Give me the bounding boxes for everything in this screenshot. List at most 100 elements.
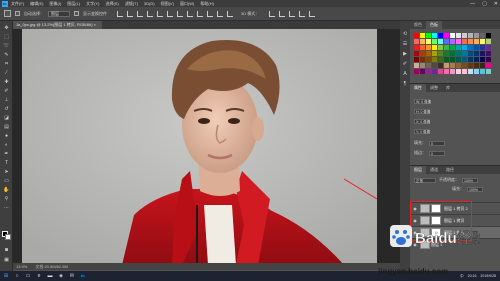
gradient-tool-icon[interactable]: ▤	[3, 124, 10, 130]
search-icon[interactable]: ○	[14, 273, 20, 279]
menu-help[interactable]: 帮助(H)	[200, 1, 214, 7]
move-tool-icon[interactable]	[4, 10, 11, 17]
crop-tool-icon[interactable]: ⌗	[3, 61, 10, 67]
rectangle-tool-icon[interactable]: ▭	[3, 178, 10, 184]
clock-time[interactable]: 20:16	[468, 274, 477, 278]
3d-roll-icon[interactable]	[279, 10, 286, 17]
tab-swatches[interactable]: 色板	[426, 21, 442, 29]
3d-slide-icon[interactable]	[299, 10, 306, 17]
distribute-vcenter-icon[interactable]	[187, 10, 193, 17]
align-bottom-icon[interactable]	[137, 10, 143, 17]
type-tool-icon[interactable]: T	[3, 160, 10, 166]
menu-type[interactable]: 文字(Y)	[86, 1, 99, 7]
tab-properties[interactable]: 属性	[410, 84, 426, 92]
pen-tool-icon[interactable]: ✒	[3, 151, 10, 157]
brushes-icon[interactable]: ✐	[402, 61, 408, 67]
property-h-field[interactable]: H: 0 像素	[414, 108, 430, 114]
align-vcenter-icon[interactable]	[127, 10, 133, 17]
path-selection-tool-icon[interactable]: ➤	[3, 169, 10, 175]
history-brush-tool-icon[interactable]: ↺	[3, 106, 10, 112]
document-photo[interactable]	[22, 29, 377, 265]
quick-select-tool-icon[interactable]: ✎	[3, 52, 10, 58]
3d-drag-icon[interactable]	[289, 10, 296, 17]
actions-icon[interactable]: ▶	[402, 51, 408, 57]
align-right-icon[interactable]	[167, 10, 173, 17]
layer-fill-field[interactable]: 100%	[467, 186, 483, 192]
auto-select-checkbox[interactable]	[15, 11, 20, 16]
property-w-field[interactable]: W: 0 像素	[414, 98, 431, 104]
input-language[interactable]: 中	[460, 274, 464, 279]
clone-stamp-tool-icon[interactable]: ⊥	[3, 97, 10, 103]
auto-select-dropdown[interactable]: 图层	[48, 10, 70, 17]
show-transform-checkbox[interactable]	[74, 11, 79, 16]
zoom-tool-icon[interactable]: ⚲	[3, 196, 10, 202]
mail-icon[interactable]: ✉	[69, 273, 75, 279]
move-tool-icon[interactable]: ✥	[3, 25, 10, 31]
menu-image[interactable]: 图像(I)	[49, 1, 61, 7]
tab-color[interactable]: 颜色	[410, 21, 426, 29]
photoshop-taskbar-icon[interactable]: Ps	[80, 273, 86, 279]
menu-file[interactable]: 文件(F)	[11, 1, 24, 7]
character-icon[interactable]: A	[402, 71, 408, 77]
stroke-field[interactable]: 0	[429, 150, 445, 156]
brush-tool-icon[interactable]: ✐	[3, 88, 10, 94]
zoom-level[interactable]: 13.9%	[16, 264, 27, 269]
3d-scale-icon[interactable]	[309, 10, 316, 17]
properties-icon[interactable]: ☰	[402, 41, 408, 47]
maximize-icon[interactable]: ▢	[482, 1, 487, 7]
align-top-icon[interactable]	[117, 10, 123, 17]
tab-layers[interactable]: 图层	[410, 166, 426, 174]
history-icon[interactable]: ⟲	[402, 31, 408, 37]
distribute-left-icon[interactable]	[207, 10, 213, 17]
align-left-icon[interactable]	[147, 10, 153, 17]
canvas-area[interactable]	[13, 29, 400, 269]
task-view-icon[interactable]: ▭	[25, 273, 31, 279]
menu-edit[interactable]: 编辑(E)	[30, 1, 43, 7]
distribute-top-icon[interactable]	[177, 10, 183, 17]
blur-tool-icon[interactable]: ●	[3, 133, 10, 139]
menu-filter[interactable]: 滤镜(T)	[125, 1, 138, 7]
menu-window[interactable]: 窗口(W)	[180, 1, 194, 7]
tab-adjustments[interactable]: 调整	[426, 84, 442, 92]
background-color-swatch[interactable]	[5, 234, 11, 240]
browser-icon[interactable]: e	[36, 273, 42, 279]
edit-toolbar-icon[interactable]: ⋯	[3, 205, 10, 211]
distribute-bottom-icon[interactable]	[197, 10, 203, 17]
layer-fill-row: 填充： 100%	[452, 186, 483, 192]
screen-mode-icon[interactable]: ▣	[3, 257, 10, 263]
file-explorer-icon[interactable]: ▬	[47, 273, 53, 279]
close-icon[interactable]: ✕	[494, 1, 498, 7]
menu-select[interactable]: 选择(S)	[105, 1, 118, 7]
marquee-tool-icon[interactable]: ⬚	[3, 34, 10, 40]
fill-field[interactable]: 0	[429, 140, 445, 146]
clock-date[interactable]: 2019/9/28	[480, 274, 496, 278]
menu-3d[interactable]: 3D(D)	[144, 1, 155, 6]
tab-paths[interactable]: 路径	[442, 166, 458, 174]
lasso-tool-icon[interactable]: ➰	[3, 43, 10, 49]
eyedropper-tool-icon[interactable]: ⁄	[3, 70, 10, 76]
opacity-field[interactable]: 100%	[462, 177, 478, 183]
align-hcenter-icon[interactable]	[157, 10, 163, 17]
distribute-hcenter-icon[interactable]	[217, 10, 223, 17]
paragraph-icon[interactable]: ¶	[402, 81, 408, 87]
store-icon[interactable]: ◈	[58, 273, 64, 279]
eraser-tool-icon[interactable]: ◪	[3, 115, 10, 121]
windows-start-icon[interactable]: ⊞	[3, 273, 9, 279]
distribute-right-icon[interactable]	[227, 10, 233, 17]
color-swatch[interactable]	[486, 69, 492, 75]
property-y-field[interactable]: Y: 0 像素	[414, 128, 430, 134]
tab-channels[interactable]: 通道	[426, 166, 442, 174]
minimize-icon[interactable]: —	[470, 1, 475, 7]
blend-mode-dropdown[interactable]: 正常	[414, 177, 436, 183]
3d-rotate-icon[interactable]	[269, 10, 276, 17]
tab-libraries[interactable]: 库	[442, 84, 454, 92]
hand-tool-icon[interactable]: ✋	[3, 187, 10, 193]
property-x-field[interactable]: X: 0 像素	[414, 118, 430, 124]
document-info[interactable]: 文档:20.6M/82.5M	[35, 264, 67, 270]
quick-mask-icon[interactable]: ◙	[3, 247, 10, 253]
dodge-tool-icon[interactable]: ◐	[3, 142, 10, 148]
healing-brush-tool-icon[interactable]: ✚	[3, 79, 10, 85]
menu-layer[interactable]: 图层(L)	[67, 1, 80, 7]
document-tab[interactable]: Ja_0ps.jpg @ 13.2%(图层 1 拷贝, RGB/8#) ×	[13, 21, 102, 29]
menu-view[interactable]: 视图(V)	[161, 1, 174, 7]
